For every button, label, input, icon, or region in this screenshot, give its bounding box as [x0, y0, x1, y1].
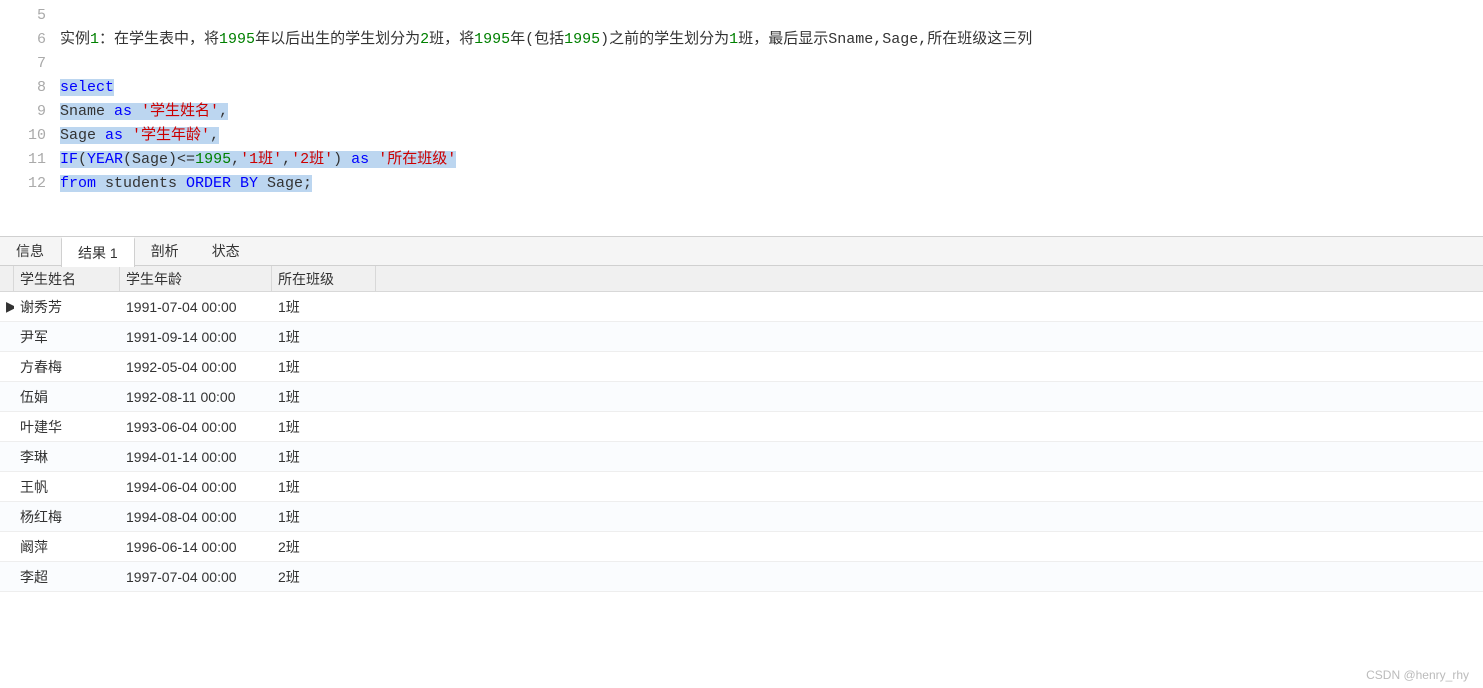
table-cell[interactable]: 方春梅: [14, 353, 120, 381]
table-cell[interactable]: 1班: [272, 293, 376, 321]
line-number: 5: [0, 4, 46, 28]
row-marker: ▶: [0, 294, 14, 319]
table-cell[interactable]: 1996-06-14 00:00: [120, 535, 272, 559]
line-number: 11: [0, 148, 46, 172]
table-cell[interactable]: 1班: [272, 503, 376, 531]
table-row[interactable]: 尹军1991-09-14 00:001班: [0, 322, 1483, 352]
row-marker: [0, 453, 14, 461]
table-cell[interactable]: 李超: [14, 563, 120, 591]
row-marker: [0, 543, 14, 551]
tab-信息[interactable]: 信息: [0, 237, 61, 267]
table-cell[interactable]: 1991-09-14 00:00: [120, 325, 272, 349]
row-marker: [0, 573, 14, 581]
table-cell[interactable]: 1994-06-04 00:00: [120, 475, 272, 499]
table-cell[interactable]: 1994-08-04 00:00: [120, 505, 272, 529]
table-row[interactable]: ▶谢秀芳1991-07-04 00:001班: [0, 292, 1483, 322]
table-cell[interactable]: 1991-07-04 00:00: [120, 295, 272, 319]
code-line[interactable]: from students ORDER BY Sage;: [60, 172, 1032, 196]
result-tabs: 信息结果 1剖析状态: [0, 236, 1483, 266]
table-cell[interactable]: 1994-01-14 00:00: [120, 445, 272, 469]
result-header-row: 学生姓名 学生年龄 所在班级: [0, 266, 1483, 292]
table-cell[interactable]: 1班: [272, 443, 376, 471]
line-number: 10: [0, 124, 46, 148]
column-header[interactable]: 学生年龄: [120, 266, 272, 291]
tab-状态[interactable]: 状态: [196, 237, 257, 267]
code-line[interactable]: 实例1：在学生表中，将1995年以后出生的学生划分为2班，将1995年(包括19…: [60, 28, 1032, 52]
row-marker: [0, 393, 14, 401]
table-cell[interactable]: 1993-06-04 00:00: [120, 415, 272, 439]
table-cell[interactable]: 1班: [272, 353, 376, 381]
table-cell[interactable]: 1992-05-04 00:00: [120, 355, 272, 379]
table-cell[interactable]: 1997-07-04 00:00: [120, 565, 272, 589]
table-cell[interactable]: 伍娟: [14, 383, 120, 411]
result-rows: ▶谢秀芳1991-07-04 00:001班尹军1991-09-14 00:00…: [0, 292, 1483, 592]
table-row[interactable]: 伍娟1992-08-11 00:001班: [0, 382, 1483, 412]
code-line[interactable]: select: [60, 76, 1032, 100]
watermark: CSDN @henry_rhy: [1366, 668, 1469, 682]
table-row[interactable]: 王帆1994-06-04 00:001班: [0, 472, 1483, 502]
table-cell[interactable]: 杨红梅: [14, 503, 120, 531]
line-number: 12: [0, 172, 46, 196]
table-cell[interactable]: 1班: [272, 413, 376, 441]
column-header[interactable]: 所在班级: [272, 266, 376, 291]
table-row[interactable]: 杨红梅1994-08-04 00:001班: [0, 502, 1483, 532]
row-marker: [0, 363, 14, 371]
table-cell[interactable]: 2班: [272, 533, 376, 561]
code-line[interactable]: IF(YEAR(Sage)<=1995,'1班','2班') as '所在班级': [60, 148, 1032, 172]
line-number: 9: [0, 100, 46, 124]
table-cell[interactable]: 1班: [272, 473, 376, 501]
table-cell[interactable]: 尹军: [14, 323, 120, 351]
line-number-gutter: 56789101112: [0, 4, 60, 196]
table-row[interactable]: 李琳1994-01-14 00:001班: [0, 442, 1483, 472]
table-cell[interactable]: 谢秀芳: [14, 293, 120, 321]
table-cell[interactable]: 阚萍: [14, 533, 120, 561]
table-cell[interactable]: 1班: [272, 323, 376, 351]
column-header[interactable]: 学生姓名: [14, 266, 120, 291]
table-row[interactable]: 李超1997-07-04 00:002班: [0, 562, 1483, 592]
row-marker-header: [0, 266, 14, 291]
row-marker: [0, 333, 14, 341]
table-cell[interactable]: 王帆: [14, 473, 120, 501]
sql-editor[interactable]: 56789101112 实例1：在学生表中，将1995年以后出生的学生划分为2班…: [0, 0, 1483, 236]
table-cell[interactable]: 1992-08-11 00:00: [120, 385, 272, 409]
line-number: 6: [0, 28, 46, 52]
table-cell[interactable]: 叶建华: [14, 413, 120, 441]
line-number: 8: [0, 76, 46, 100]
table-row[interactable]: 阚萍1996-06-14 00:002班: [0, 532, 1483, 562]
table-cell[interactable]: 1班: [272, 383, 376, 411]
tab-结果 1[interactable]: 结果 1: [61, 237, 135, 267]
table-cell[interactable]: 李琳: [14, 443, 120, 471]
tab-剖析[interactable]: 剖析: [135, 237, 196, 267]
code-line[interactable]: [60, 4, 1032, 28]
code-line[interactable]: Sage as '学生年龄',: [60, 124, 1032, 148]
results-panel: 学生姓名 学生年龄 所在班级 ▶谢秀芳1991-07-04 00:001班尹军1…: [0, 266, 1483, 592]
table-cell[interactable]: 2班: [272, 563, 376, 591]
row-marker: [0, 483, 14, 491]
table-row[interactable]: 方春梅1992-05-04 00:001班: [0, 352, 1483, 382]
code-line[interactable]: [60, 52, 1032, 76]
code-area[interactable]: 实例1：在学生表中，将1995年以后出生的学生划分为2班，将1995年(包括19…: [60, 4, 1032, 196]
code-line[interactable]: Sname as '学生姓名',: [60, 100, 1032, 124]
line-number: 7: [0, 52, 46, 76]
table-row[interactable]: 叶建华1993-06-04 00:001班: [0, 412, 1483, 442]
row-marker: [0, 513, 14, 521]
row-marker: [0, 423, 14, 431]
